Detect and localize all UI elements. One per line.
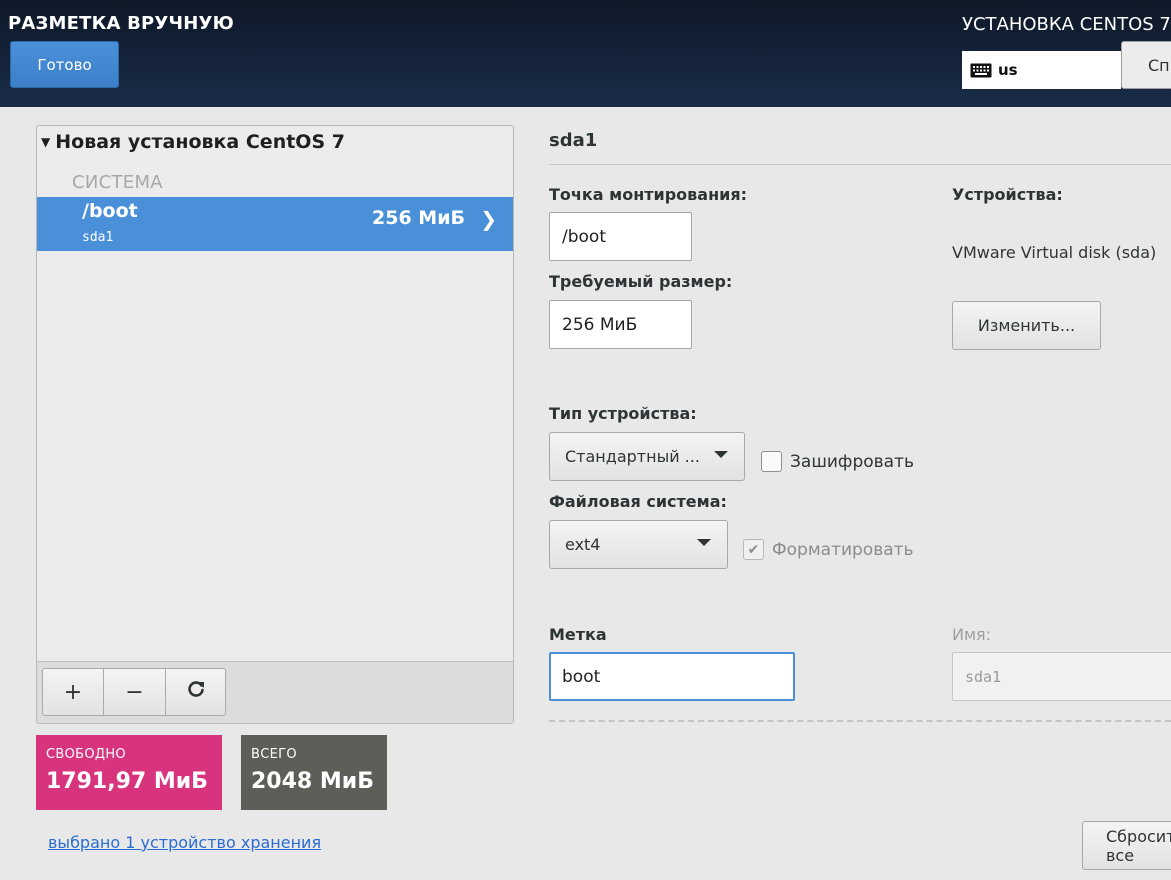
chevron-right-icon: ❯ [480,207,497,231]
partition-mount-point: /boot [82,200,138,222]
dashed-separator [549,720,1171,722]
keyboard-layout-indicator[interactable]: us [962,51,1121,89]
refresh-button[interactable] [165,668,226,716]
total-space-label: ВСЕГО [251,747,297,762]
format-label: Форматировать [772,539,914,560]
partition-list-panel: ▼ Новая установка CentOS 7 СИСТЕМА /boot… [36,125,514,724]
done-button[interactable]: Готово [10,41,119,88]
devices-value: VMware Virtual disk (sda) [952,243,1157,262]
page-title: РАЗМЕТКА ВРУЧНУЮ [8,13,234,34]
format-checkbox[interactable]: ✔ Форматировать [743,539,914,560]
selected-storage-link[interactable]: выбрано 1 устройство хранения [48,833,321,852]
refresh-icon [186,679,206,705]
filesystem-label: Файловая система: [549,492,727,511]
partition-size: 256 МиБ [372,207,465,229]
mount-point-field[interactable]: /boot [549,212,692,261]
partition-row-boot[interactable]: /boot sda1 256 МиБ ❯ [37,197,513,251]
system-group-label: СИСТЕМА [72,172,163,193]
reset-all-button[interactable]: Сбросить все [1082,821,1171,870]
expand-triangle-icon: ▼ [41,135,51,149]
name-field[interactable]: sda1 [952,652,1171,701]
minus-icon: − [125,679,144,705]
filesystem-select[interactable]: ext4 [549,520,728,569]
remove-partition-button[interactable]: − [103,668,166,716]
free-space-box: СВОБОДНО 1791,97 МиБ [36,735,222,810]
name-label: Имя: [952,625,992,644]
encrypt-checkbox[interactable]: Зашифровать [761,451,914,472]
installation-tree-header[interactable]: ▼ Новая установка CentOS 7 [41,131,345,153]
total-space-box: ВСЕГО 2048 МиБ [241,735,387,810]
plus-icon: + [63,679,83,705]
devices-label: Устройства: [952,185,1063,204]
keyboard-layout-label: us [998,61,1018,79]
detail-separator [549,164,1171,165]
partition-detail-title: sda1 [549,130,598,151]
installation-label: Новая установка CentOS 7 [55,131,345,153]
label-field[interactable]: boot [549,652,795,701]
install-title: УСТАНОВКА CENTOS 7 [962,14,1171,35]
add-partition-button[interactable]: + [42,668,104,716]
partition-toolbar: + − [37,661,513,723]
device-type-value: Стандартный ... [565,447,700,466]
modify-button[interactable]: Изменить... [952,301,1101,350]
keyboard-icon [970,63,992,78]
label-field-label: Метка [549,625,607,644]
free-space-value: 1791,97 МиБ [46,769,208,794]
partition-device: sda1 [82,230,114,245]
checkmark-icon: ✔ [743,539,764,560]
mount-point-label: Точка монтирования: [549,185,748,204]
filesystem-value: ext4 [565,535,601,554]
desired-size-field[interactable]: 256 МиБ [549,300,692,349]
device-type-label: Тип устройства: [549,404,697,423]
help-button[interactable]: Справка! [1121,41,1171,89]
desired-size-label: Требуемый размер: [549,272,733,291]
dropdown-arrow-icon [714,451,728,458]
encrypt-label: Зашифровать [790,451,915,472]
dropdown-arrow-icon [697,539,711,546]
header-bar: РАЗМЕТКА ВРУЧНУЮ Готово УСТАНОВКА CENTOS… [0,0,1171,107]
total-space-value: 2048 МиБ [251,769,374,794]
checkbox-empty-icon [761,451,782,472]
device-type-select[interactable]: Стандартный ... [549,432,745,481]
free-space-label: СВОБОДНО [46,747,126,762]
